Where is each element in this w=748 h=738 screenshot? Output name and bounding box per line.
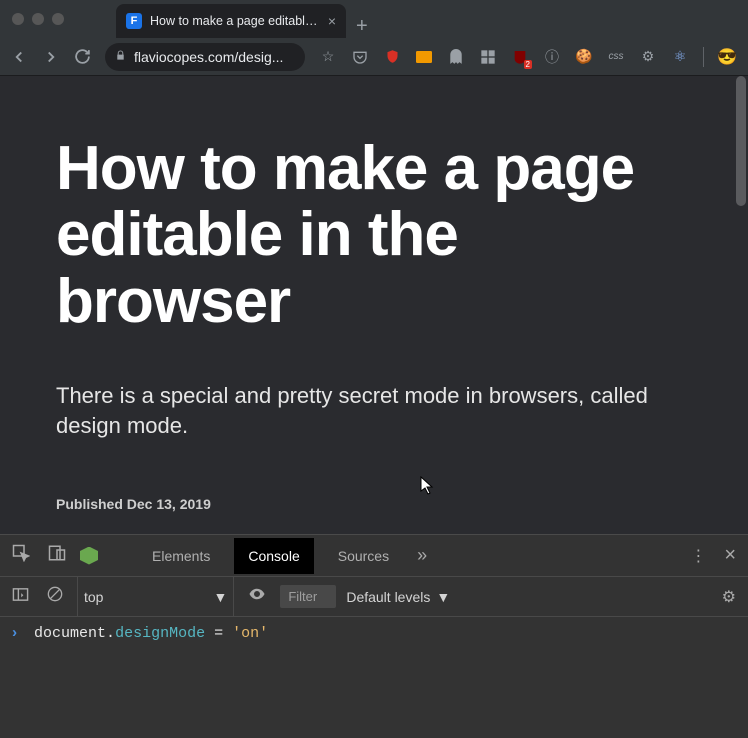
console-settings-icon[interactable]: ⚙ — [718, 587, 740, 607]
favicon-icon: F — [126, 13, 142, 29]
code-token: . — [106, 625, 115, 642]
ublock-icon[interactable]: 2 — [511, 48, 529, 66]
devtools-menu-icon[interactable]: ⋮ — [686, 546, 710, 566]
lock-icon — [115, 50, 126, 64]
more-tabs-icon[interactable]: » — [413, 545, 431, 566]
console-filterbar: top ▼ Filter Default levels ▼ ⚙ — [0, 577, 748, 617]
css-icon[interactable]: css — [607, 48, 625, 66]
tab-elements[interactable]: Elements — [138, 538, 224, 574]
code-token: document — [34, 625, 106, 642]
ghost-icon[interactable] — [447, 48, 465, 66]
tab-sources[interactable]: Sources — [324, 538, 403, 574]
traffic-lights — [12, 13, 64, 25]
forward-button[interactable] — [42, 48, 60, 66]
chevron-down-icon: ▼ — [436, 589, 450, 605]
browser-tab-active[interactable]: F How to make a page editable in × — [116, 4, 346, 38]
device-toggle-icon[interactable] — [44, 544, 70, 567]
browser-toolbar: flaviocopes.com/desig... ☆ 2 ⓘ 🍪 css ⚙ ⚛… — [0, 38, 748, 76]
article-lead: There is a special and pretty secret mod… — [56, 381, 692, 440]
live-expression-icon[interactable] — [244, 585, 270, 608]
grid-icon[interactable] — [479, 48, 497, 66]
browser-tabs: F How to make a page editable in × + — [116, 0, 378, 38]
console-filter-input[interactable]: Filter — [280, 585, 336, 608]
traffic-zoom[interactable] — [52, 13, 64, 25]
console-sidebar-icon[interactable] — [8, 586, 33, 608]
tab-close-icon[interactable]: × — [328, 13, 336, 29]
traffic-minimize[interactable] — [32, 13, 44, 25]
window-titlebar: F How to make a page editable in × + — [0, 0, 748, 38]
chevron-down-icon: ▼ — [213, 589, 227, 605]
context-label: top — [84, 589, 103, 605]
toolbar-divider — [703, 47, 704, 67]
gear-icon[interactable]: ⚙ — [639, 48, 657, 66]
inspect-icon[interactable] — [8, 544, 34, 567]
node-icon[interactable] — [80, 547, 98, 565]
scrollbar-thumb[interactable] — [736, 76, 746, 206]
traffic-close[interactable] — [12, 13, 24, 25]
article: How to make a page editable in the brows… — [0, 76, 748, 532]
reload-button[interactable] — [74, 48, 91, 65]
bookmark-star-icon[interactable]: ☆ — [319, 48, 337, 66]
levels-label: Default levels — [346, 589, 430, 605]
cookie-icon[interactable]: 🍪 — [575, 48, 593, 66]
tab-title: How to make a page editable in — [150, 14, 320, 28]
new-tab-button[interactable]: + — [346, 15, 378, 38]
back-button[interactable] — [10, 48, 28, 66]
prompt-caret-icon: › — [10, 625, 19, 642]
log-levels-select[interactable]: Default levels ▼ — [346, 589, 450, 605]
published-date: Published Dec 13, 2019 — [56, 496, 692, 512]
url-text: flaviocopes.com/desig... — [134, 49, 295, 65]
tab-console[interactable]: Console — [234, 538, 313, 574]
devtools-panel: Elements Console Sources » ⋮ × top ▼ Fil… — [0, 534, 748, 738]
console-body[interactable]: › document.designMode = 'on' — [0, 617, 748, 650]
code-token: 'on' — [232, 625, 268, 642]
page-content: How to make a page editable in the brows… — [0, 76, 748, 534]
devtools-tabbar: Elements Console Sources » ⋮ × — [0, 535, 748, 577]
pocket-icon[interactable] — [351, 48, 369, 66]
ublock-badge: 2 — [524, 60, 532, 69]
mail-icon[interactable] — [415, 48, 433, 66]
face-icon[interactable]: 😎 — [718, 48, 736, 66]
clear-console-icon[interactable] — [43, 586, 67, 607]
page-scrollbar[interactable] — [734, 76, 748, 534]
mouse-cursor-icon — [420, 476, 436, 501]
code-token: = — [205, 625, 232, 642]
shield-icon[interactable] — [383, 48, 401, 66]
execution-context-select[interactable]: top ▼ — [77, 577, 234, 616]
address-bar[interactable]: flaviocopes.com/desig... — [105, 43, 305, 71]
react-icon[interactable]: ⚛ — [671, 48, 689, 66]
info-icon[interactable]: ⓘ — [543, 48, 561, 66]
devtools-close-icon[interactable]: × — [720, 544, 740, 567]
page-title: How to make a page editable in the brows… — [56, 136, 692, 335]
extensions-row: ☆ 2 ⓘ 🍪 css ⚙ ⚛ 😎 — [319, 47, 748, 67]
code-token: designMode — [115, 625, 205, 642]
